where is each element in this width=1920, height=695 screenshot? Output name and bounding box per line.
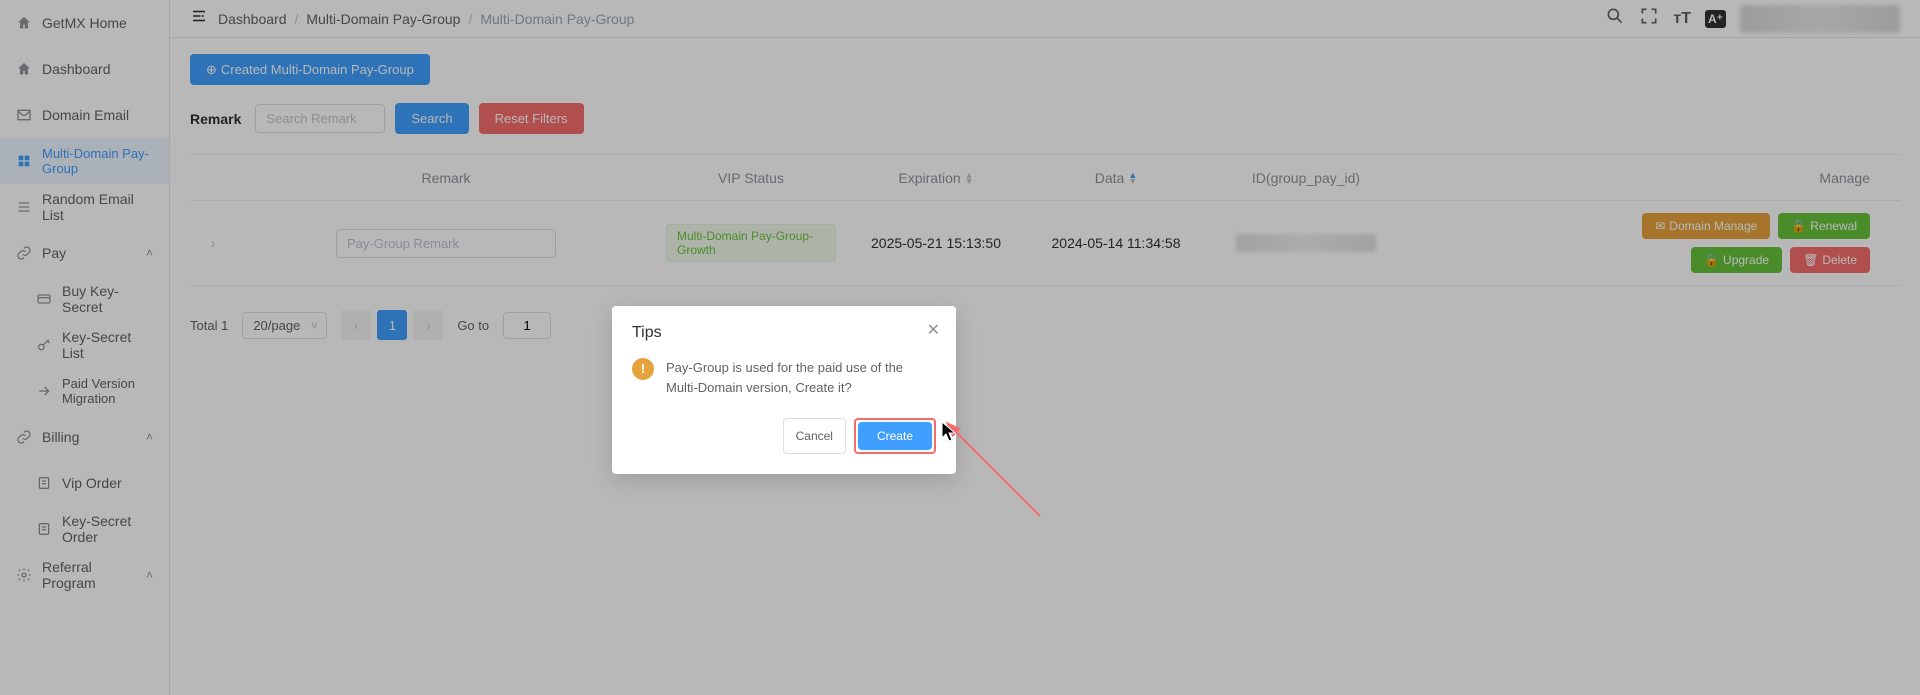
close-icon[interactable]: ✕ xyxy=(927,320,940,340)
tips-dialog: Tips ✕ ! Pay-Group is used for the paid … xyxy=(612,306,956,474)
create-button[interactable]: Create xyxy=(858,422,932,450)
annotation-highlight: Create xyxy=(854,418,936,454)
dialog-message: Pay-Group is used for the paid use of th… xyxy=(666,358,936,398)
warning-icon: ! xyxy=(632,358,654,380)
dialog-title: Tips xyxy=(632,324,936,342)
cancel-button[interactable]: Cancel xyxy=(783,418,846,454)
modal-overlay[interactable] xyxy=(0,0,1920,695)
